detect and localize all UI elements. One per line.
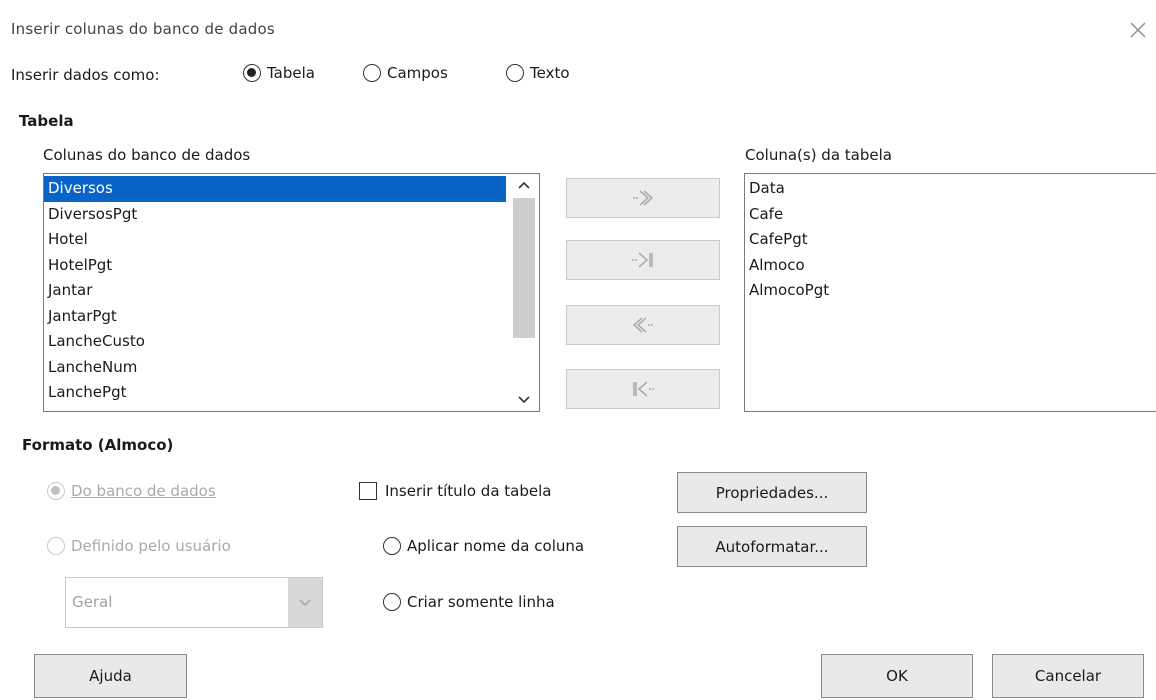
insert-table-heading-checkbox[interactable]: Inserir título da tabela bbox=[359, 482, 551, 500]
chevron-down-icon[interactable] bbox=[288, 578, 322, 627]
move-selected-left-button[interactable] bbox=[566, 305, 720, 345]
db-columns-scrollbar[interactable] bbox=[509, 174, 539, 411]
format-section-title: Formato (Almoco) bbox=[22, 436, 174, 454]
move-all-left-icon bbox=[633, 381, 654, 397]
table-columns-label: Coluna(s) da tabela bbox=[745, 146, 892, 164]
table-columns-item[interactable]: Almoco bbox=[745, 253, 1156, 279]
radio-table[interactable]: Tabela bbox=[243, 64, 315, 82]
move-left-icon bbox=[632, 317, 653, 333]
move-selected-right-button[interactable] bbox=[566, 178, 720, 218]
scroll-up-icon[interactable] bbox=[509, 174, 539, 196]
radio-user-defined[interactable]: Definido pelo usuário bbox=[47, 537, 231, 555]
table-columns-item[interactable]: Data bbox=[745, 176, 1156, 202]
table-columns-items: Data Cafe CafePgt Almoco AlmocoPgt bbox=[745, 176, 1156, 304]
db-columns-label: Colunas do banco de dados bbox=[43, 146, 251, 164]
ok-button[interactable]: OK bbox=[821, 654, 973, 698]
dialog-title: Inserir colunas do banco de dados bbox=[11, 20, 275, 38]
autoformat-button-label: Autoformatar... bbox=[715, 537, 829, 556]
insert-table-heading-label: Inserir título da tabela bbox=[385, 482, 552, 500]
scroll-thumb[interactable] bbox=[513, 198, 535, 338]
insert-table-heading-box bbox=[359, 482, 377, 500]
move-all-right-button[interactable] bbox=[566, 240, 720, 280]
db-columns-item[interactable]: HotelPgt bbox=[44, 253, 506, 279]
radio-table-indicator bbox=[243, 64, 261, 82]
table-columns-item[interactable]: CafePgt bbox=[745, 227, 1156, 253]
table-columns-item[interactable]: Cafe bbox=[745, 202, 1156, 228]
autoformat-button[interactable]: Autoformatar... bbox=[677, 526, 867, 567]
radio-table-label: Tabela bbox=[267, 64, 315, 82]
move-all-left-button[interactable] bbox=[566, 369, 720, 409]
db-columns-list[interactable]: Diversos DiversosPgt Hotel HotelPgt Jantar Ja… bbox=[43, 173, 540, 412]
table-section-title: Tabela bbox=[19, 112, 74, 130]
table-columns-item[interactable]: AlmocoPgt bbox=[745, 278, 1156, 304]
radio-apply-column-name-label: Aplicar nome da coluna bbox=[407, 537, 585, 555]
radio-user-defined-label: Definido pelo usuário bbox=[71, 537, 231, 555]
db-columns-item[interactable]: Diversos bbox=[44, 176, 506, 202]
scroll-down-icon[interactable] bbox=[509, 389, 539, 411]
db-columns-item[interactable]: JantarPgt bbox=[44, 304, 506, 330]
ok-button-label: OK bbox=[886, 667, 908, 685]
dialog-titlebar: Inserir colunas do banco de dados bbox=[0, 0, 1156, 48]
db-columns-item[interactable]: Jantar bbox=[44, 278, 506, 304]
cancel-button[interactable]: Cancelar bbox=[992, 654, 1144, 698]
db-columns-item[interactable]: DiversosPgt bbox=[44, 202, 506, 228]
db-columns-item[interactable]: LanchePgt bbox=[44, 380, 506, 406]
radio-fields-indicator bbox=[363, 64, 381, 82]
format-combo[interactable]: Geral bbox=[65, 577, 323, 628]
help-button[interactable]: Ajuda bbox=[34, 654, 187, 698]
table-columns-list[interactable]: Data Cafe CafePgt Almoco AlmocoPgt bbox=[744, 173, 1156, 412]
radio-from-database-indicator bbox=[47, 482, 65, 500]
properties-button[interactable]: Propriedades... bbox=[677, 472, 867, 513]
format-combo-value: Geral bbox=[72, 593, 113, 611]
radio-apply-column-name-indicator bbox=[383, 537, 401, 555]
insert-database-columns-dialog: Inserir colunas do banco de dados Inseri… bbox=[0, 0, 1156, 700]
db-columns-item[interactable]: Hotel bbox=[44, 227, 506, 253]
radio-create-row-only-label: Criar somente linha bbox=[407, 593, 555, 611]
db-columns-item[interactable]: LancheCusto bbox=[44, 329, 506, 355]
help-button-label: Ajuda bbox=[89, 667, 132, 685]
radio-create-row-only[interactable]: Criar somente linha bbox=[383, 593, 555, 611]
move-right-icon bbox=[633, 190, 654, 206]
db-columns-items: Diversos DiversosPgt Hotel HotelPgt Jantar Ja… bbox=[44, 176, 506, 406]
radio-text-indicator bbox=[506, 64, 524, 82]
radio-text-label: Texto bbox=[530, 64, 570, 82]
move-all-right-icon bbox=[632, 252, 653, 268]
radio-apply-column-name[interactable]: Aplicar nome da coluna bbox=[383, 537, 584, 555]
radio-create-row-only-indicator bbox=[383, 593, 401, 611]
radio-text[interactable]: Texto bbox=[506, 64, 570, 82]
close-icon[interactable] bbox=[1128, 20, 1148, 40]
radio-from-database[interactable]: Do banco de dados bbox=[47, 482, 216, 500]
properties-button-label: Propriedades... bbox=[715, 483, 829, 502]
insert-as-label: Inserir dados como: bbox=[11, 66, 160, 84]
db-columns-item[interactable]: LancheNum bbox=[44, 355, 506, 381]
cancel-button-label: Cancelar bbox=[1034, 667, 1102, 685]
radio-from-database-label: Do banco de dados bbox=[71, 482, 216, 500]
radio-user-defined-indicator bbox=[47, 537, 65, 555]
radio-fields[interactable]: Campos bbox=[363, 64, 448, 82]
radio-fields-label: Campos bbox=[387, 64, 448, 82]
